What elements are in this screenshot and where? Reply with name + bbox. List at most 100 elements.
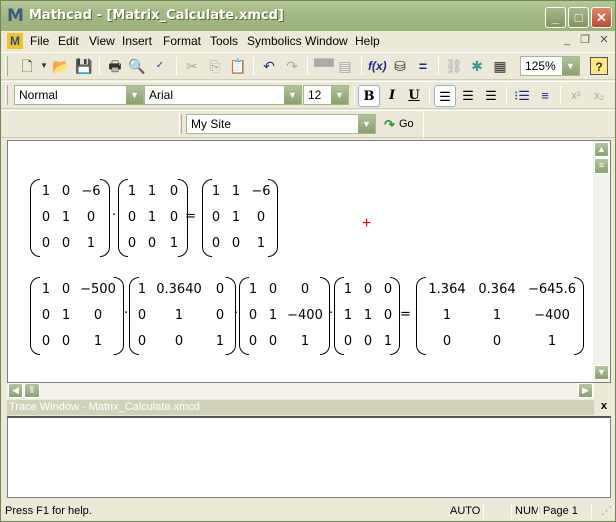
- status-page: Page 1: [543, 505, 578, 517]
- doc-minimize-button[interactable]: _: [559, 33, 575, 48]
- matrix-4: 100 110 001: [343, 282, 393, 349]
- right-paren: [390, 277, 400, 355]
- separator: [438, 57, 439, 75]
- italic-button[interactable]: I: [381, 85, 403, 107]
- chevron-down-icon[interactable]: ▼: [562, 57, 579, 75]
- insert-unit-icon[interactable]: ⛁: [391, 57, 409, 75]
- help-icon[interactable]: ?: [590, 57, 608, 75]
- minimize-button[interactable]: _: [545, 7, 566, 28]
- align-across-icon[interactable]: ▀▀: [314, 57, 334, 75]
- equals-operator: =: [400, 307, 411, 322]
- site-value: My Site: [191, 117, 232, 131]
- vertical-scrollbar[interactable]: ▲ ≡ ▼: [593, 141, 610, 382]
- trace-window: Trace Window - Matrix_Calculate.xmcd x: [7, 400, 611, 499]
- menu-window[interactable]: Window: [305, 34, 348, 48]
- bullet-list-icon[interactable]: ⁝☰: [511, 85, 533, 107]
- trace-close-button[interactable]: x: [601, 400, 607, 412]
- chevron-down-icon[interactable]: ▼: [284, 86, 301, 104]
- horizontal-scrollbar[interactable]: ◀ ⦀ ▶: [7, 383, 594, 399]
- menu-format[interactable]: Format: [163, 34, 201, 48]
- toolbar-grip[interactable]: [5, 56, 8, 76]
- dot-operator: ·: [234, 306, 239, 321]
- trace-output[interactable]: [7, 416, 611, 498]
- menu-help[interactable]: Help: [355, 34, 380, 48]
- superscript-button[interactable]: x²: [565, 85, 587, 107]
- matrix-1: 1 0 −500 010 001: [41, 282, 116, 349]
- align-center-icon[interactable]: ☰: [457, 85, 479, 107]
- menu-tools[interactable]: Tools: [210, 34, 238, 48]
- go-arrow-icon[interactable]: ↷: [384, 117, 395, 133]
- scroll-up-button[interactable]: ▲: [594, 142, 609, 157]
- font-size-select[interactable]: 12 ▼: [303, 85, 349, 105]
- menu-insert[interactable]: Insert: [122, 34, 152, 48]
- cut-icon[interactable]: ✂: [183, 57, 201, 75]
- scroll-down-button[interactable]: ▼: [594, 365, 609, 380]
- separator: [560, 86, 561, 104]
- numbered-list-icon[interactable]: ≡: [534, 85, 556, 107]
- component-icon[interactable]: ⛓: [445, 57, 463, 75]
- doc-restore-button[interactable]: ❐: [577, 33, 593, 48]
- font-value: Arial: [149, 88, 174, 102]
- standard-toolbar: 🗋 ▼ 📂 💾 🖶 🔍 ✓ ✂ ⎘ 📋 ↶ ↷ ▀▀ ▤ f(x) ⛁ = ⛓ …: [1, 52, 615, 80]
- toolbar-grip[interactable]: [5, 85, 8, 105]
- chevron-down-icon[interactable]: ▼: [126, 86, 143, 104]
- print-icon[interactable]: 🖶: [106, 57, 124, 75]
- separator: [176, 57, 177, 75]
- bold-button[interactable]: B: [358, 85, 380, 107]
- undo-icon[interactable]: ↶: [260, 57, 278, 75]
- align-left-icon[interactable]: ☰: [434, 85, 456, 107]
- paste-icon[interactable]: 📋: [229, 57, 247, 75]
- window-title: Mathcad - [Matrix_Calculate.xmcd]: [29, 8, 284, 23]
- subscript-button[interactable]: x₂: [588, 85, 610, 107]
- maximize-button[interactable]: □: [568, 7, 589, 28]
- menu-bar: M File Edit View Insert Format Tools Sym…: [1, 31, 615, 51]
- redo-icon[interactable]: ↷: [283, 57, 301, 75]
- insert-function-icon[interactable]: f(x): [368, 57, 387, 75]
- matrix-3: 100 0 1 −400 001: [248, 282, 323, 349]
- resource-center-icon[interactable]: ✱: [468, 57, 486, 75]
- save-icon[interactable]: 💾: [75, 57, 93, 75]
- menu-edit[interactable]: Edit: [58, 34, 79, 48]
- site-select[interactable]: My Site ▼: [186, 114, 376, 134]
- new-document-icon[interactable]: 🗋: [18, 57, 36, 75]
- separator: [99, 57, 100, 75]
- dot-operator: ·: [112, 208, 117, 223]
- chevron-down-icon[interactable]: ▼: [358, 115, 375, 133]
- scroll-left-button[interactable]: ◀: [8, 383, 23, 398]
- style-select[interactable]: Normal ▼: [14, 85, 144, 105]
- separator: [506, 86, 507, 104]
- right-paren: [114, 277, 124, 355]
- print-preview-icon[interactable]: 🔍: [128, 57, 146, 75]
- open-folder-icon[interactable]: 📂: [52, 57, 70, 75]
- doc-close-button[interactable]: ✕: [596, 33, 612, 48]
- scroll-right-button[interactable]: ▶: [578, 383, 593, 398]
- title-bar: M Mathcad - [Matrix_Calculate.xmcd] _ □ …: [1, 1, 615, 31]
- worksheet[interactable]: 1 0 −6 010 001 · 110 010 001 = 1 1 −6 010 00…: [7, 140, 611, 383]
- insert-table-icon[interactable]: ▦: [491, 57, 509, 75]
- scroll-thumb[interactable]: ≡: [594, 158, 609, 174]
- resize-grip-icon[interactable]: ⋰: [601, 501, 612, 521]
- status-num: NUM: [515, 505, 541, 517]
- document-icon[interactable]: M: [7, 33, 23, 49]
- menu-symbolics[interactable]: Symbolics: [247, 34, 302, 48]
- matrix-2: 1 0.3640 0 010 001: [137, 282, 225, 349]
- copy-icon[interactable]: ⎘: [206, 57, 224, 75]
- menu-file[interactable]: File: [30, 34, 49, 48]
- new-dropdown-icon[interactable]: ▼: [35, 57, 53, 75]
- menu-view[interactable]: View: [89, 34, 115, 48]
- scroll-thumb[interactable]: ⦀: [24, 383, 40, 398]
- font-select[interactable]: Arial ▼: [144, 85, 302, 105]
- close-button[interactable]: ✕: [591, 7, 612, 28]
- separator: [423, 111, 424, 139]
- align-right-icon[interactable]: ☰: [480, 85, 502, 107]
- chevron-down-icon[interactable]: ▼: [331, 86, 348, 104]
- zoom-select[interactable]: 125% ▼: [520, 56, 580, 76]
- calculate-icon[interactable]: =: [414, 57, 432, 75]
- align-down-icon[interactable]: ▤: [336, 57, 354, 75]
- matrix-2: 110 010 001: [127, 184, 179, 251]
- go-button[interactable]: Go: [399, 118, 414, 130]
- underline-button[interactable]: U: [403, 85, 425, 107]
- toolbar-grip[interactable]: [179, 114, 182, 134]
- spell-check-icon[interactable]: ✓: [151, 57, 169, 75]
- mathcad-window: M Mathcad - [Matrix_Calculate.xmcd] _ □ …: [0, 0, 616, 522]
